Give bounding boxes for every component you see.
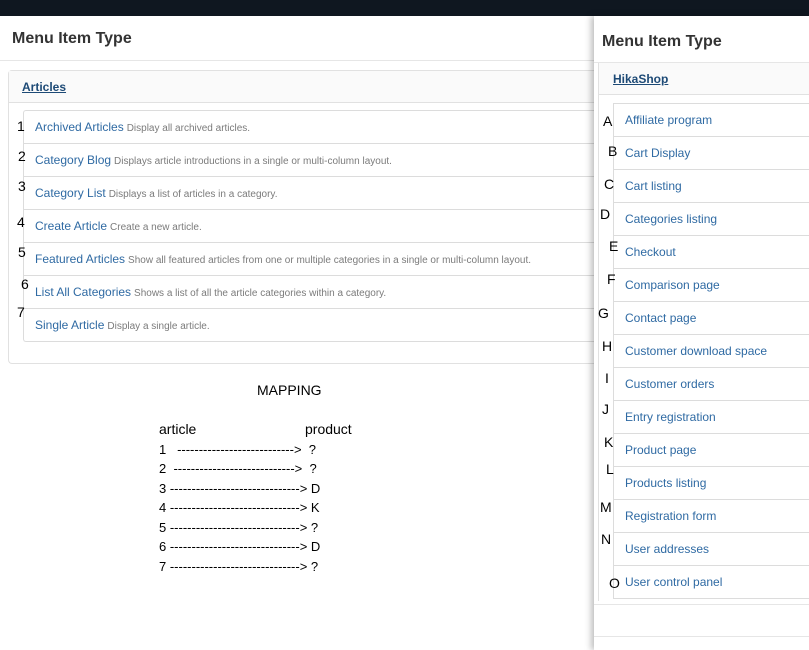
hikashop-menu-panel: Menu Item Type HikaShop Affiliate progra… <box>594 16 809 650</box>
item-description: Display all archived articles. <box>126 123 251 134</box>
annotation-letter: A <box>603 113 613 129</box>
item-label: Entry registration <box>625 410 716 424</box>
hikashop-section-header: HikaShop <box>599 63 809 95</box>
item-label: Categories listing <box>625 212 718 226</box>
annotation-letter: M <box>600 499 612 515</box>
annotation-letter: L <box>606 461 614 477</box>
list-item-checkout[interactable]: Checkout <box>614 236 809 269</box>
item-label: User addresses <box>625 542 710 556</box>
list-item-user-control-panel[interactable]: User control panel <box>614 566 809 599</box>
annotation-number: 4 <box>17 214 25 230</box>
annotation-letter: B <box>608 143 618 159</box>
list-item-comparison-page[interactable]: Comparison page <box>614 269 809 302</box>
mapping-line: 3 ------------------------------> D <box>159 481 321 496</box>
list-item-single-article[interactable]: Single Article Display a single article. <box>24 309 596 341</box>
mapping-title: MAPPING <box>257 382 322 398</box>
mapping-line: 1 ---------------------------> ? <box>159 442 316 457</box>
articles-section-link[interactable]: Articles <box>22 80 66 94</box>
item-label: Cart Display <box>625 146 691 160</box>
list-item-cart-listing[interactable]: Cart listing <box>614 170 809 203</box>
list-item-product-page[interactable]: Product page <box>614 434 809 467</box>
item-label: Contact page <box>625 311 697 325</box>
item-label: Affiliate program <box>625 113 713 127</box>
hikashop-section: HikaShop Affiliate program Cart Display … <box>598 63 809 601</box>
annotation-letter: C <box>604 176 615 192</box>
item-label: List All Categories Shows a list of all t… <box>35 285 387 299</box>
articles-section-header: Articles <box>9 71 595 103</box>
item-description: Display a single article. <box>107 321 210 332</box>
item-label: Archived Articles Display all archived ar… <box>35 120 251 134</box>
item-label: Registration form <box>625 509 717 523</box>
annotation-letter: E <box>609 238 619 254</box>
mapping-line: 7 ------------------------------> ? <box>159 559 319 574</box>
item-label: Checkout <box>625 245 676 259</box>
item-label: Products listing <box>625 476 707 490</box>
list-item-customer-download-space[interactable]: Customer download space <box>614 335 809 368</box>
list-item-featured-articles[interactable]: Featured Articles Show all featured artic… <box>24 243 596 276</box>
item-label: Category List Displays a list of articles… <box>35 186 278 200</box>
divider <box>0 60 594 61</box>
list-item-cart-display[interactable]: Cart Display <box>614 137 809 170</box>
annotation-number: 2 <box>18 148 26 164</box>
list-item-registration-form[interactable]: Registration form <box>614 500 809 533</box>
list-item-entry-registration[interactable]: Entry registration <box>614 401 809 434</box>
mapping-line: 4 ------------------------------> K <box>159 500 320 515</box>
mapping-line: 2 ----------------------------> ? <box>159 461 317 476</box>
articles-menu-panel: Menu Item Type Articles Archived Article… <box>0 16 596 376</box>
list-item-user-addresses[interactable]: User addresses <box>614 533 809 566</box>
item-label: User control panel <box>625 575 723 589</box>
list-item-customer-orders[interactable]: Customer orders <box>614 368 809 401</box>
list-item-products-listing[interactable]: Products listing <box>614 467 809 500</box>
divider <box>594 604 809 605</box>
annotation-letter: H <box>602 338 613 354</box>
left-panel-title: Menu Item Type <box>12 30 132 47</box>
annotation-number: 7 <box>17 304 25 320</box>
annotation-letter: G <box>598 305 609 321</box>
list-item-affiliate-program[interactable]: Affiliate program <box>614 104 809 137</box>
top-bar <box>0 0 809 16</box>
mapping-line: 5 ------------------------------> ? <box>159 520 319 535</box>
item-label: Comparison page <box>625 278 720 292</box>
item-label: Customer orders <box>625 377 715 391</box>
list-item-contact-page[interactable]: Contact page <box>614 302 809 335</box>
annotation-letter: J <box>602 401 609 417</box>
list-item-create-article[interactable]: Create Article Create a new article. <box>24 210 596 243</box>
item-label: Category Blog Displays article introducti… <box>35 153 392 167</box>
item-label: Featured Articles Show all featured artic… <box>35 252 532 266</box>
item-description: Displays article introductions in a sing… <box>114 156 392 167</box>
annotation-letter: K <box>604 434 614 450</box>
annotation-number: 1 <box>17 118 25 134</box>
item-label: Customer download space <box>625 344 768 358</box>
annotation-letter: N <box>601 531 612 547</box>
annotation-letter: I <box>605 370 609 386</box>
divider <box>594 636 809 637</box>
item-label: Product page <box>625 443 697 457</box>
item-description: Show all featured articles from one or m… <box>128 255 532 266</box>
annotation-letter: F <box>607 271 616 287</box>
list-item-category-blog[interactable]: Category Blog Displays article introducti… <box>24 144 596 177</box>
hikashop-list: Affiliate program Cart Display Cart list… <box>613 103 809 599</box>
mapping-line: 6 ------------------------------> D <box>159 539 321 554</box>
right-panel-title: Menu Item Type <box>602 33 722 50</box>
articles-list: Archived Articles Display all archived ar… <box>23 110 596 342</box>
articles-section: Articles Archived Articles Display all ar… <box>8 70 596 364</box>
annotation-number: 3 <box>18 178 26 194</box>
item-description: Displays a list of articles in a categor… <box>108 189 278 200</box>
list-item-archived-articles[interactable]: Archived Articles Display all archived ar… <box>24 111 596 144</box>
item-label: Create Article Create a new article. <box>35 219 202 233</box>
annotation-letter: D <box>600 206 611 222</box>
list-item-list-all-categories[interactable]: List All Categories Shows a list of all t… <box>24 276 596 309</box>
hikashop-section-link[interactable]: HikaShop <box>613 72 668 86</box>
item-description: Shows a list of all the article categori… <box>134 288 387 299</box>
annotation-number: 5 <box>18 244 26 260</box>
annotation-letter: O <box>609 575 620 591</box>
annotation-number: 6 <box>21 276 29 292</box>
mapping-column-product: product <box>305 421 352 437</box>
item-description: Create a new article. <box>110 222 202 233</box>
list-item-categories-listing[interactable]: Categories listing <box>614 203 809 236</box>
list-item-category-list[interactable]: Category List Displays a list of articles… <box>24 177 596 210</box>
mapping-column-article: article <box>159 421 197 437</box>
item-label: Cart listing <box>625 179 682 193</box>
item-label: Single Article Display a single article. <box>35 318 210 332</box>
